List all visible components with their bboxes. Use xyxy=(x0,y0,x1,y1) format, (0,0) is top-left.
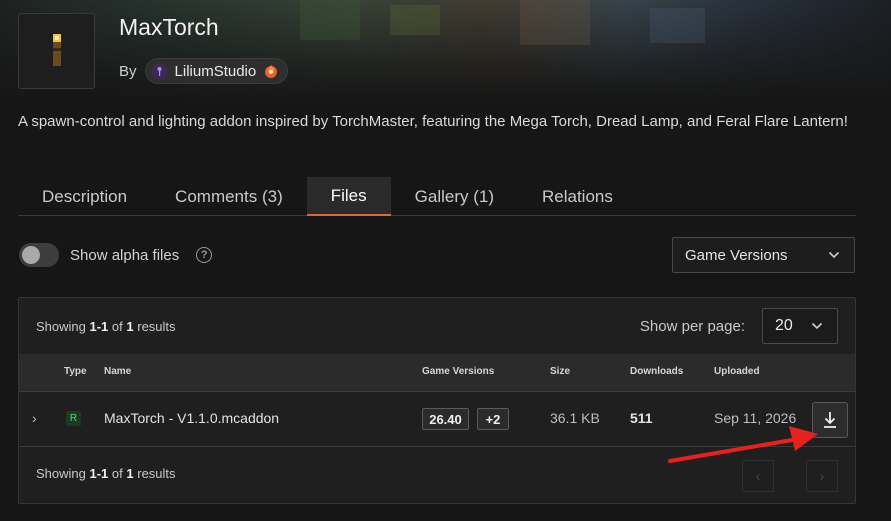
flower-icon xyxy=(157,66,162,76)
show-alpha-label: Show alpha files xyxy=(70,246,180,264)
tab-files[interactable]: Files xyxy=(306,177,391,216)
table-row[interactable]: › R MaxTorch - V1.1.0.mcaddon 26.40 +2 3… xyxy=(19,391,855,447)
next-page-button[interactable]: › xyxy=(806,460,838,492)
header-type[interactable]: Type xyxy=(64,366,87,377)
help-icon[interactable]: ? xyxy=(196,247,213,263)
game-versions-select[interactable]: Game Versions xyxy=(672,237,855,273)
tab-gallery[interactable]: Gallery (1) xyxy=(391,177,518,216)
game-version-chip: 26.40 xyxy=(422,408,469,430)
results-suffix: results xyxy=(137,318,176,334)
tab-comments[interactable]: Comments (3) xyxy=(151,177,307,216)
results-suffix: results xyxy=(137,466,176,481)
tab-description[interactable]: Description xyxy=(18,177,151,216)
release-type-badge: R xyxy=(66,411,81,426)
toggle-knob xyxy=(22,246,40,264)
download-button[interactable] xyxy=(812,402,848,438)
chevron-down-icon xyxy=(811,322,823,330)
header-name[interactable]: Name xyxy=(104,366,131,377)
results-total: 1 xyxy=(126,466,134,481)
results-summary-top: Showing 1-1 of 1 results xyxy=(36,319,176,334)
showing-label: Showing xyxy=(36,466,86,481)
game-versions-label: Game Versions xyxy=(685,246,788,264)
tab-relations[interactable]: Relations xyxy=(518,177,637,216)
results-range: 1-1 xyxy=(89,466,109,481)
table-header: Type Name Game Versions Size Downloads U… xyxy=(19,354,855,391)
header-size[interactable]: Size xyxy=(550,366,570,377)
per-page-value: 20 xyxy=(775,317,793,334)
file-name[interactable]: MaxTorch - V1.1.0.mcaddon xyxy=(104,410,279,426)
files-panel: Showing 1-1 of 1 results Show per page: … xyxy=(18,297,856,504)
header-uploaded[interactable]: Uploaded xyxy=(714,366,760,377)
project-tabs: Description Comments (3) Files Gallery (… xyxy=(18,177,856,216)
download-icon xyxy=(824,412,836,428)
of-label: of xyxy=(111,318,123,334)
of-label: of xyxy=(111,466,123,481)
results-range: 1-1 xyxy=(89,318,109,334)
show-alpha-toggle[interactable] xyxy=(19,243,59,267)
author-reward-icon xyxy=(265,65,278,78)
byline: By LiliumStudio xyxy=(119,58,289,84)
author-chip[interactable]: LiliumStudio xyxy=(144,58,289,84)
prev-page-button[interactable]: ‹ xyxy=(742,460,774,492)
per-page-control: Show per page: 20 xyxy=(640,308,838,344)
by-label: By xyxy=(119,62,137,80)
expand-row-icon[interactable]: › xyxy=(32,410,37,426)
alpha-filter: Show alpha files ? xyxy=(19,242,213,268)
results-summary-bottom: Showing 1-1 of 1 results xyxy=(36,466,176,481)
showing-label: Showing xyxy=(36,318,86,334)
header-downloads[interactable]: Downloads xyxy=(630,366,683,377)
results-header: Showing 1-1 of 1 results Show per page: … xyxy=(19,298,855,354)
file-downloads: 511 xyxy=(630,410,653,426)
project-description: A spawn-control and lighting addon inspi… xyxy=(18,113,848,130)
header-game-versions[interactable]: Game Versions xyxy=(422,366,494,377)
per-page-select[interactable]: 20 xyxy=(762,308,838,344)
results-total: 1 xyxy=(126,318,134,334)
more-versions-chip[interactable]: +2 xyxy=(477,408,509,430)
project-logo xyxy=(18,13,95,89)
project-title: MaxTorch xyxy=(119,14,219,40)
file-size: 36.1 KB xyxy=(550,410,600,426)
file-uploaded: Sep 11, 2026 xyxy=(714,410,797,426)
author-avatar xyxy=(150,62,168,80)
chevron-down-icon xyxy=(828,251,840,259)
per-page-label: Show per page: xyxy=(639,317,745,335)
author-name: LiliumStudio xyxy=(174,62,257,80)
torch-icon xyxy=(52,34,61,66)
